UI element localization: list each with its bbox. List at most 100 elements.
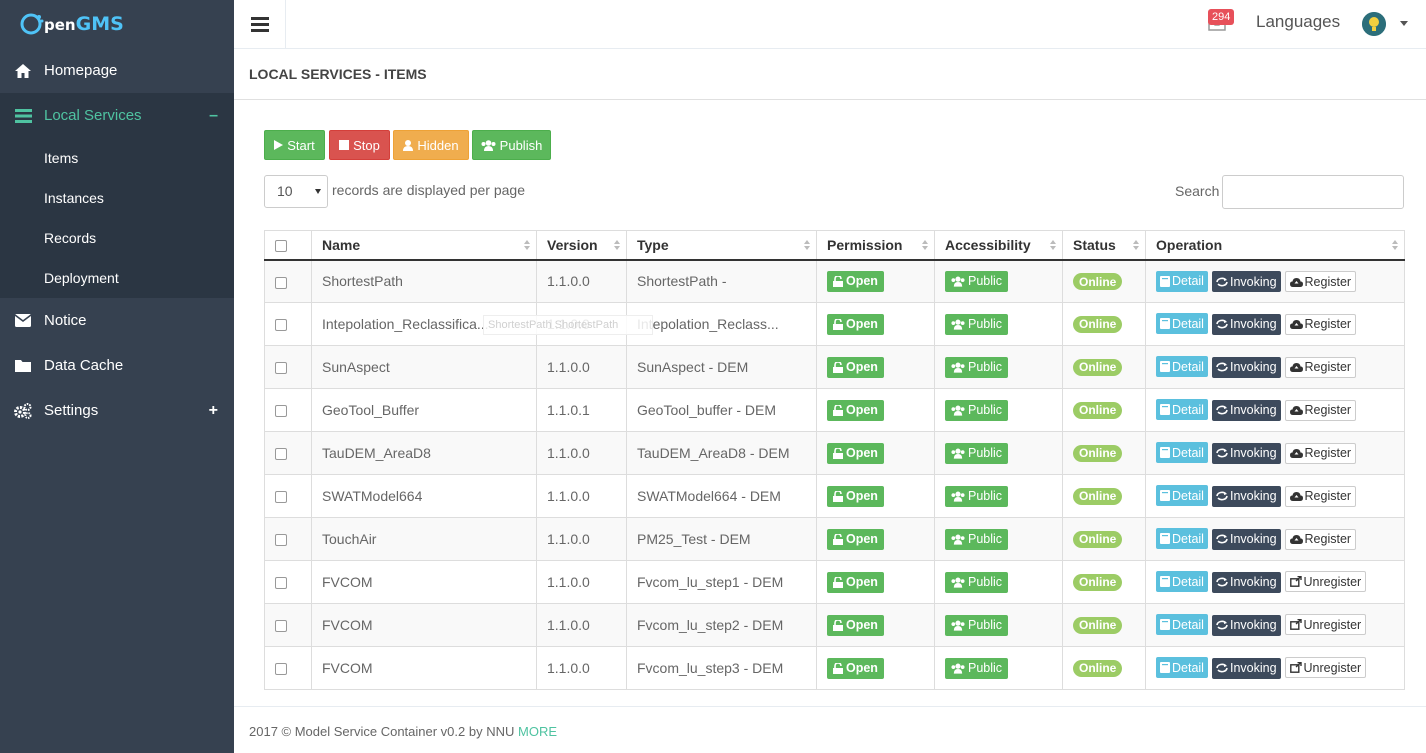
accessibility-badge[interactable]: Public — [945, 356, 1009, 378]
detail-button[interactable]: Detail — [1156, 313, 1208, 335]
detail-button[interactable]: Detail — [1156, 614, 1208, 636]
chevron-down-icon[interactable] — [1400, 21, 1408, 26]
select-all-checkbox[interactable] — [275, 240, 287, 253]
register-button[interactable]: Register — [1284, 528, 1357, 550]
register-button[interactable]: Register — [1284, 356, 1357, 378]
expand-icon[interactable]: + — [209, 402, 218, 420]
table-row[interactable]: GeoTool_Buffer 1.1.0.1 GeoTool_buffer - DE… — [264, 388, 1405, 432]
permission-badge[interactable]: Open — [827, 528, 884, 550]
detail-button[interactable]: Detail — [1156, 270, 1208, 292]
table-row[interactable]: TauDEM_AreaD8 1.1.0.0 TauDEM_AreaD8 - DEM O… — [264, 431, 1405, 475]
sidebar-item-local-services[interactable]: Local Services – — [0, 93, 234, 138]
search-input[interactable] — [1222, 175, 1404, 209]
sidebar-subitem-items[interactable]: Items — [0, 138, 234, 178]
table-row[interactable]: TouchAir 1.1.0.0 PM25_Test - DEM Open Public… — [264, 517, 1405, 561]
row-checkbox[interactable] — [275, 577, 287, 590]
sort-icon[interactable] — [804, 240, 810, 252]
permission-badge[interactable]: Open — [827, 485, 884, 507]
detail-button[interactable]: Detail — [1156, 442, 1208, 464]
sort-icon[interactable] — [524, 240, 530, 252]
hidden-button[interactable]: Hidden — [393, 130, 469, 160]
row-checkbox[interactable] — [275, 534, 287, 547]
table-row[interactable]: FVCOM 1.1.0.0 Fvcom_lu_step2 - DEM Open Publ… — [264, 603, 1405, 647]
detail-button[interactable]: Detail — [1156, 356, 1208, 378]
accessibility-badge[interactable]: Public — [945, 528, 1009, 550]
invoking-button[interactable]: Invoking — [1211, 442, 1281, 464]
detail-button[interactable]: Detail — [1156, 528, 1208, 550]
accessibility-badge[interactable]: Public — [945, 270, 1009, 292]
table-row[interactable]: FVCOM 1.1.0.0 Fvcom_lu_step3 - DEM Open Publ… — [264, 646, 1405, 690]
invoking-button[interactable]: Invoking — [1211, 528, 1281, 550]
start-button[interactable]: Start — [264, 130, 325, 160]
register-button[interactable]: Register — [1284, 271, 1357, 292]
detail-button[interactable]: Detail — [1156, 399, 1208, 421]
languages-menu[interactable]: Languages — [1256, 12, 1340, 32]
table-row[interactable]: FVCOM 1.1.0.0 Fvcom_lu_step1 - DEM Open Publ… — [264, 560, 1405, 604]
accessibility-badge[interactable]: Public — [945, 313, 1009, 335]
invoking-button[interactable]: Invoking — [1211, 485, 1281, 507]
menu-toggle-button[interactable] — [234, 0, 286, 49]
detail-button[interactable]: Detail — [1156, 657, 1208, 679]
page-size-select[interactable]: 10 — [264, 175, 328, 208]
permission-badge[interactable]: Open — [827, 442, 884, 464]
column-header-name[interactable]: Name — [311, 230, 537, 261]
register-button[interactable]: Register — [1284, 313, 1357, 335]
permission-badge[interactable]: Open — [827, 657, 884, 679]
accessibility-badge[interactable]: Public — [945, 571, 1009, 593]
row-checkbox[interactable] — [275, 491, 287, 504]
more-link[interactable]: MORE — [518, 724, 557, 739]
accessibility-badge[interactable]: Public — [945, 442, 1009, 464]
permission-badge[interactable]: Open — [827, 313, 884, 335]
sidebar-subitem-records[interactable]: Records — [0, 218, 234, 258]
publish-button[interactable]: Publish — [472, 130, 551, 160]
row-checkbox[interactable] — [275, 362, 287, 375]
invoking-button[interactable]: Invoking — [1211, 571, 1281, 593]
register-button[interactable]: Register — [1284, 485, 1357, 507]
sort-icon[interactable] — [1133, 240, 1139, 252]
sidebar-item-notice[interactable]: Notice — [0, 298, 234, 343]
column-header-version[interactable]: Version — [536, 230, 627, 261]
stop-button[interactable]: Stop — [329, 130, 390, 160]
invoking-button[interactable]: Invoking — [1211, 271, 1281, 292]
opengms-logo[interactable]: penGMS — [0, 0, 234, 48]
invoking-button[interactable]: Invoking — [1211, 657, 1281, 679]
permission-badge[interactable]: Open — [827, 356, 884, 378]
sort-icon[interactable] — [922, 240, 928, 252]
collapse-icon[interactable]: – — [209, 107, 218, 125]
accessibility-badge[interactable]: Public — [945, 485, 1009, 507]
invoking-button[interactable]: Invoking — [1211, 399, 1281, 421]
permission-badge[interactable]: Open — [827, 270, 884, 292]
column-header-permission[interactable]: Permission — [816, 230, 935, 261]
detail-button[interactable]: Detail — [1156, 485, 1208, 507]
detail-button[interactable]: Detail — [1156, 571, 1208, 593]
sidebar-item-data-cache[interactable]: Data Cache — [0, 343, 234, 388]
permission-badge[interactable]: Open — [827, 399, 884, 421]
invoking-button[interactable]: Invoking — [1211, 356, 1281, 378]
sidebar-subitem-deployment[interactable]: Deployment — [0, 258, 234, 298]
table-row[interactable]: SWATModel664 1.1.0.0 SWATModel664 - DEM Ope… — [264, 474, 1405, 518]
sort-icon[interactable] — [1050, 240, 1056, 252]
row-checkbox[interactable] — [275, 620, 287, 633]
accessibility-badge[interactable]: Public — [945, 657, 1009, 679]
unregister-button[interactable]: Unregister — [1284, 657, 1367, 679]
permission-badge[interactable]: Open — [827, 614, 884, 636]
invoking-button[interactable]: Invoking — [1211, 614, 1281, 636]
sort-icon[interactable] — [1392, 240, 1398, 252]
row-checkbox[interactable] — [275, 448, 287, 461]
sidebar-subitem-instances[interactable]: Instances — [0, 178, 234, 218]
unregister-button[interactable]: Unregister — [1284, 571, 1367, 593]
permission-badge[interactable]: Open — [827, 571, 884, 593]
row-checkbox[interactable] — [275, 405, 287, 418]
register-button[interactable]: Register — [1284, 399, 1357, 421]
column-header-type[interactable]: Type — [626, 230, 817, 261]
table-row[interactable]: Intepolation_Reclassifica...1.1.0.0Intep… — [264, 302, 1405, 346]
register-button[interactable]: Register — [1284, 442, 1357, 464]
row-checkbox[interactable] — [275, 663, 287, 676]
unregister-button[interactable]: Unregister — [1284, 614, 1367, 636]
sidebar-item-settings[interactable]: Settings + — [0, 388, 234, 433]
column-header-status[interactable]: Status — [1062, 230, 1146, 261]
sidebar-item-homepage[interactable]: Homepage — [0, 48, 234, 93]
column-header-accessibility[interactable]: Accessibility — [934, 230, 1063, 261]
row-checkbox[interactable] — [275, 319, 287, 332]
table-row[interactable]: SunAspect 1.1.0.0 SunAspect - DEM Open Publi… — [264, 345, 1405, 389]
